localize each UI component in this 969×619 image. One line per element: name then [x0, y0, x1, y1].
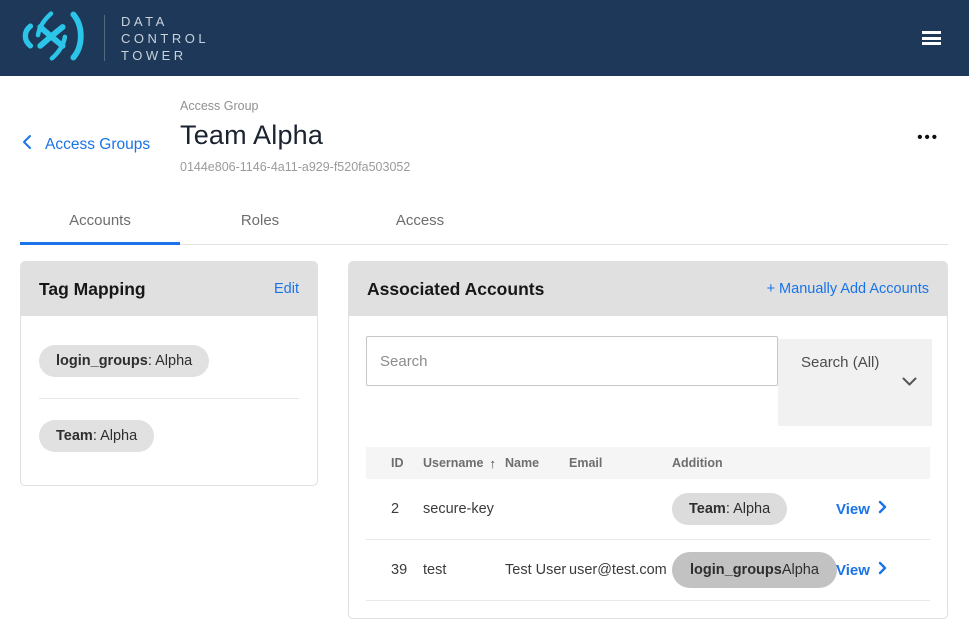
page-header: Access Groups Access Group Team Alpha 01… [0, 76, 969, 200]
accounts-table-header: ID Username ↑ Name Email Addition [366, 447, 930, 479]
tag-key: login_groups [56, 353, 148, 369]
brand-wordmark: DATA CONTROL TOWER [121, 13, 209, 64]
tag-key: login_groups [690, 562, 782, 578]
associated-accounts-header: Associated Accounts + Manually Add Accou… [349, 262, 947, 316]
column-header-addition: Addition [672, 456, 821, 470]
tab-roles[interactable]: Roles [180, 200, 340, 244]
search-row: Search (All) [366, 336, 930, 447]
tag-pill: login_groups: Alpha [39, 345, 209, 377]
cell-addition: login_groupsAlpha [672, 552, 821, 588]
tag-pill: Team: Alpha [39, 420, 154, 452]
edit-tags-button[interactable]: Edit [274, 281, 299, 297]
addition-tag-pill: login_groupsAlpha [672, 552, 837, 588]
hamburger-menu-icon[interactable] [920, 25, 943, 52]
content-area: Tag Mapping Edit login_groups: Alpha Tea… [20, 261, 948, 619]
entity-type-label: Access Group [180, 99, 410, 113]
search-scope-label: Search (All) [801, 354, 879, 371]
chevron-right-icon [878, 561, 887, 579]
chevron-left-icon [22, 134, 32, 155]
account-row: 2 secure-key Team: Alpha View [366, 479, 930, 540]
cell-name: Test User [505, 562, 569, 578]
table-footer-space [366, 601, 930, 618]
tab-accounts[interactable]: Accounts [20, 200, 180, 244]
brand-divider [104, 15, 105, 61]
dct-logo-icon [8, 6, 94, 71]
tag-mapping-header: Tag Mapping Edit [21, 262, 317, 316]
addition-tag-pill: Team: Alpha [672, 493, 787, 525]
associated-accounts-card: Associated Accounts + Manually Add Accou… [348, 261, 948, 619]
column-header-username-label: Username [423, 456, 483, 470]
brand-line-2: CONTROL [121, 30, 209, 47]
cell-addition: Team: Alpha [672, 493, 821, 525]
app-bar: DATA CONTROL TOWER [0, 0, 969, 76]
cell-id: 2 [391, 501, 423, 517]
tag-value: Alpha [100, 428, 137, 444]
cell-username: test [423, 562, 505, 578]
view-label: View [836, 501, 870, 518]
tag-separator: : [93, 428, 100, 444]
chevron-right-icon [878, 500, 887, 518]
entity-uuid: 0144e806-1146-4a11-a929-f520fa503052 [180, 160, 410, 174]
sort-ascending-icon: ↑ [489, 456, 496, 471]
tag-separator: : [726, 501, 733, 517]
account-row: 39 test Test User user@test.com login_gr… [366, 540, 930, 601]
tab-bar: Accounts Roles Access [20, 200, 948, 245]
tag-key: Team [689, 501, 726, 517]
manually-add-accounts-button[interactable]: + Manually Add Accounts [767, 281, 929, 297]
chevron-down-icon[interactable] [902, 373, 917, 391]
view-account-button[interactable]: View [821, 561, 930, 579]
tag-divider [39, 398, 299, 399]
column-header-username[interactable]: Username ↑ [423, 456, 505, 471]
column-header-id: ID [391, 456, 423, 470]
brand-line-1: DATA [121, 13, 209, 30]
page-title: Team Alpha [180, 120, 410, 151]
cell-email: user@test.com [569, 562, 672, 578]
breadcrumb-back-link[interactable]: Access Groups [22, 134, 150, 155]
tab-access[interactable]: Access [340, 200, 500, 244]
search-scope-select[interactable]: Search (All) [778, 339, 932, 426]
tag-mapping-title: Tag Mapping [39, 279, 146, 300]
associated-accounts-title: Associated Accounts [367, 279, 544, 300]
tag-mapping-body: login_groups: Alpha Team: Alpha [21, 316, 317, 485]
column-header-name: Name [505, 456, 569, 470]
view-label: View [836, 562, 870, 579]
view-account-button[interactable]: View [821, 500, 930, 518]
cell-id: 39 [391, 562, 423, 578]
tag-mapping-card: Tag Mapping Edit login_groups: Alpha Tea… [20, 261, 318, 486]
tag-key: Team [56, 428, 93, 444]
tag-value: Alpha [155, 353, 192, 369]
more-options-icon[interactable]: ••• [917, 129, 939, 146]
cell-username: secure-key [423, 501, 505, 517]
associated-accounts-body: Search (All) ID Username ↑ Name Email Ad… [349, 316, 947, 618]
tag-value: Alpha [733, 501, 770, 517]
title-block: Access Group Team Alpha 0144e806-1146-4a… [180, 99, 410, 174]
search-input[interactable] [366, 336, 778, 386]
tag-value: Alpha [782, 562, 819, 578]
brand-line-3: TOWER [121, 47, 209, 64]
breadcrumb-label: Access Groups [45, 136, 150, 154]
column-header-email: Email [569, 456, 672, 470]
